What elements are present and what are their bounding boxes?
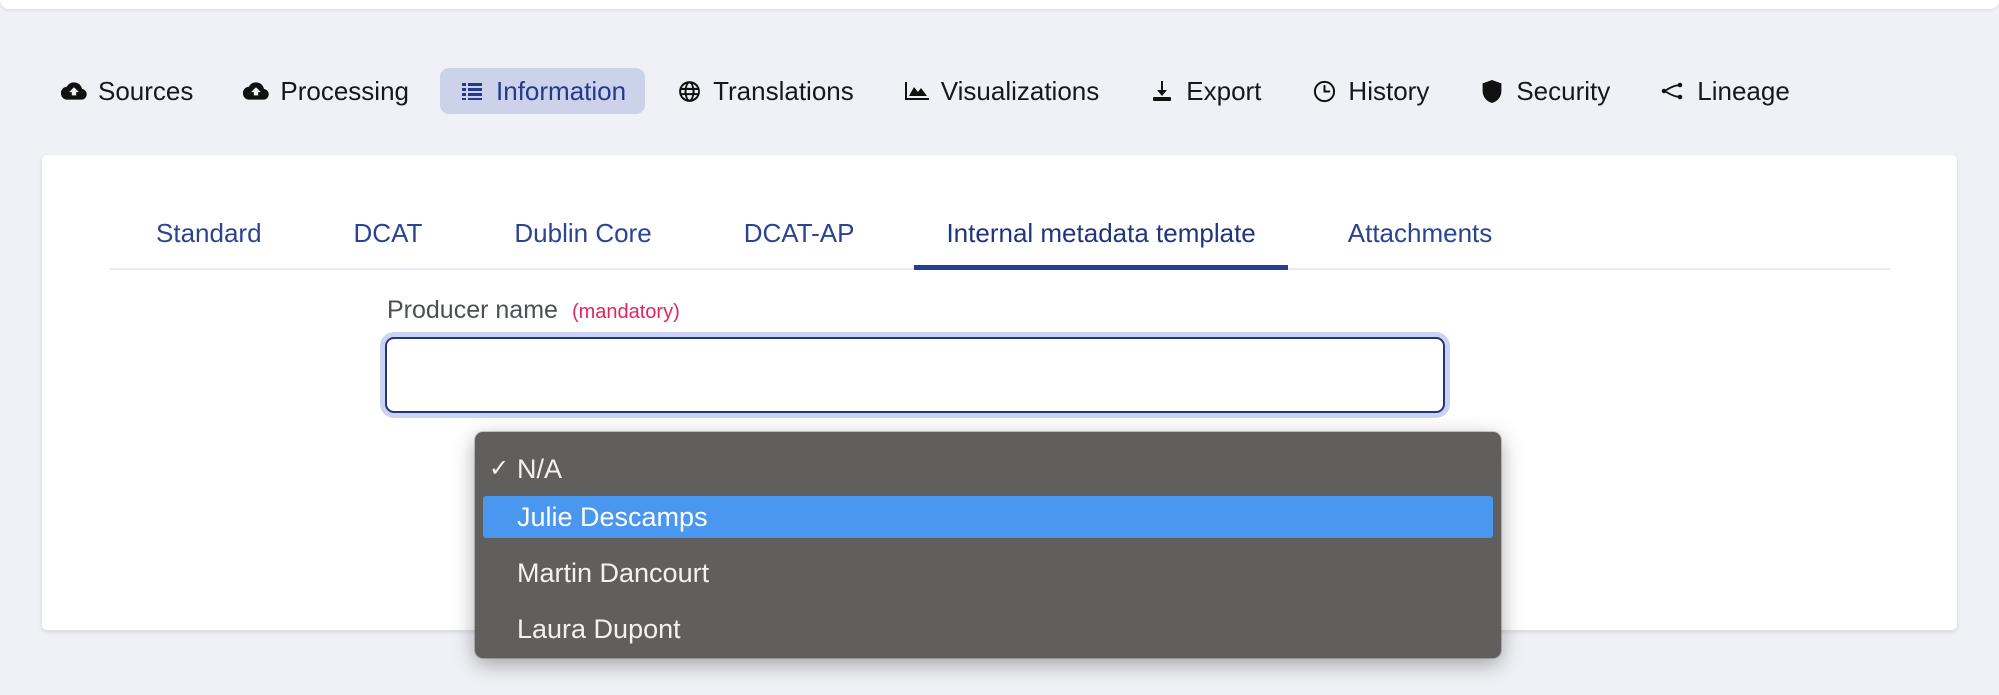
lineage-icon — [1660, 78, 1686, 104]
cloud-upload-icon — [61, 78, 87, 104]
nav-item-label: Security — [1516, 78, 1610, 104]
window-top-strip — [0, 0, 1999, 9]
subtab-dcat-ap[interactable]: DCAT-AP — [712, 220, 887, 268]
download-icon — [1149, 78, 1175, 104]
chart-area-icon — [904, 78, 930, 104]
producer-name-label-group: Producer name (mandatory) — [385, 298, 1445, 323]
nav-item-label: Information — [496, 78, 626, 104]
producer-name-label: Producer name — [387, 298, 558, 323]
cloud-upload-icon — [243, 78, 269, 104]
nav-item-security[interactable]: Security — [1460, 68, 1629, 114]
dropdown-option-na[interactable]: ✓ N/A — [475, 448, 1501, 490]
dropdown-option-julie-descamps[interactable]: Julie Descamps — [483, 496, 1493, 538]
dropdown-option-laura-dupont[interactable]: Laura Dupont — [475, 608, 1501, 650]
subtab-dublin-core[interactable]: Dublin Core — [482, 220, 683, 268]
nav-item-lineage[interactable]: Lineage — [1641, 68, 1809, 114]
subtab-label: DCAT-AP — [744, 218, 855, 248]
subtab-label: Standard — [156, 218, 262, 248]
nav-item-information[interactable]: Information — [440, 68, 645, 114]
nav-item-label: Translations — [713, 78, 854, 104]
primary-nav: Sources Processing Information Transl — [0, 63, 1999, 119]
subtab-label: DCAT — [354, 218, 423, 248]
nav-item-processing[interactable]: Processing — [224, 68, 428, 114]
dropdown-option-label: N/A — [517, 454, 562, 485]
nav-item-sources[interactable]: Sources — [42, 68, 212, 114]
nav-item-label: Lineage — [1697, 78, 1790, 104]
subtab-attachments[interactable]: Attachments — [1316, 220, 1525, 268]
globe-icon — [676, 78, 702, 104]
nav-item-label: Sources — [98, 78, 193, 104]
nav-item-label: History — [1348, 78, 1429, 104]
nav-item-label: Export — [1186, 78, 1261, 104]
metadata-subtabs: Standard DCAT Dublin Core DCAT-AP Intern… — [110, 195, 1890, 270]
nav-item-export[interactable]: Export — [1130, 68, 1280, 114]
shield-icon — [1479, 78, 1505, 104]
nav-item-history[interactable]: History — [1292, 68, 1448, 114]
dropdown-option-martin-dancourt[interactable]: Martin Dancourt — [475, 552, 1501, 594]
nav-item-translations[interactable]: Translations — [657, 68, 873, 114]
producer-name-dropdown-menu: ✓ N/A Julie Descamps Martin Dancourt Lau… — [475, 432, 1501, 658]
producer-name-field-row: Producer name (mandatory) — [385, 298, 1445, 413]
nav-item-label: Processing — [280, 78, 409, 104]
nav-item-label: Visualizations — [941, 78, 1100, 104]
subtab-standard[interactable]: Standard — [124, 220, 294, 268]
dropdown-option-label: Julie Descamps — [517, 502, 708, 533]
subtab-dcat[interactable]: DCAT — [322, 220, 455, 268]
dropdown-option-label: Martin Dancourt — [517, 558, 709, 589]
subtab-label: Dublin Core — [514, 218, 651, 248]
subtab-internal-metadata-template[interactable]: Internal metadata template — [914, 220, 1287, 268]
producer-name-select[interactable] — [385, 337, 1445, 413]
mandatory-badge: (mandatory) — [572, 302, 680, 322]
subtab-label: Internal metadata template — [946, 218, 1255, 248]
list-icon — [459, 78, 485, 104]
subtab-label: Attachments — [1348, 218, 1493, 248]
clock-icon — [1311, 78, 1337, 104]
nav-item-visualizations[interactable]: Visualizations — [885, 68, 1119, 114]
dropdown-option-label: Laura Dupont — [517, 614, 681, 645]
checkmark-icon: ✓ — [489, 457, 517, 481]
